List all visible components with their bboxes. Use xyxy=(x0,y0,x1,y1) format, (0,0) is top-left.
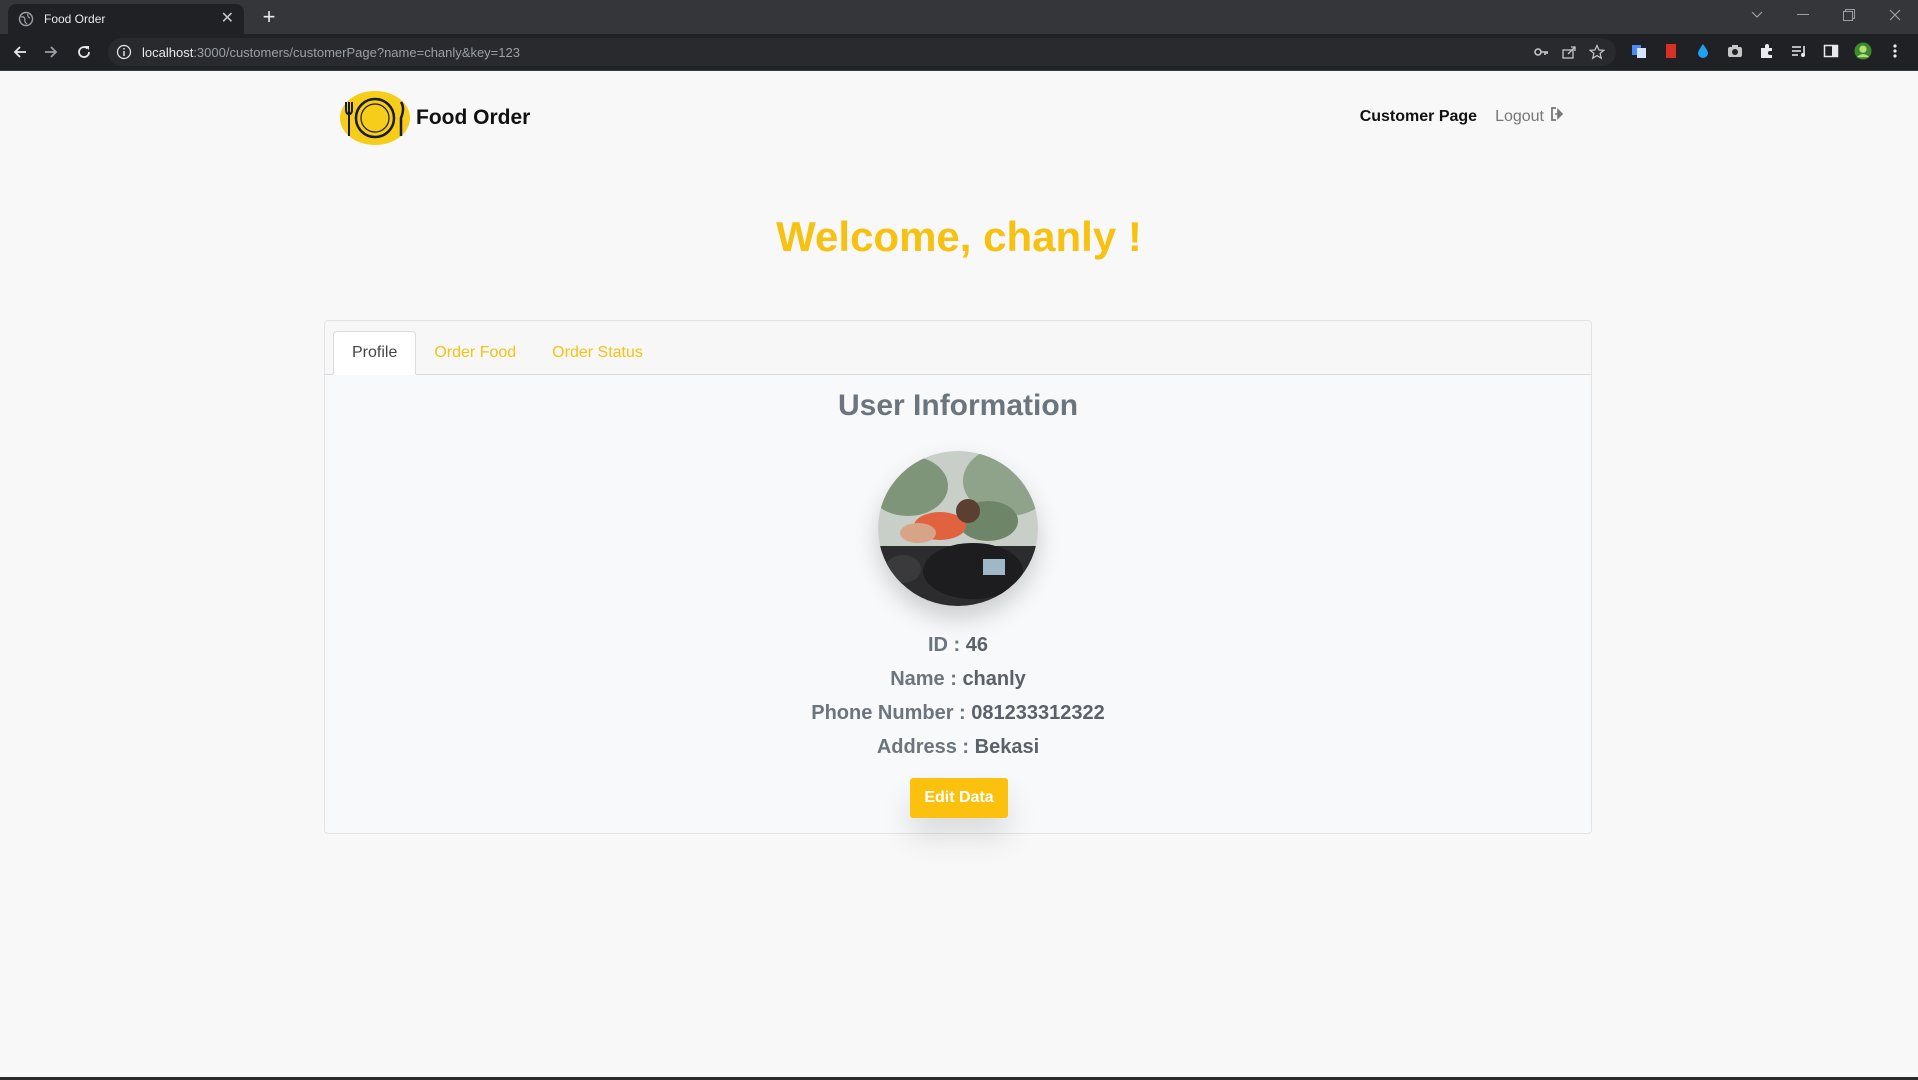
tab-profile[interactable]: Profile xyxy=(333,331,417,375)
web-page: Food Order Customer Page Logout Welcome,… xyxy=(0,71,1918,1077)
browser-menu-icon[interactable] xyxy=(1886,42,1904,60)
back-arrow-icon[interactable] xyxy=(9,41,31,63)
close-tab-icon[interactable]: ✕ xyxy=(221,11,234,27)
tab-search-icon[interactable] xyxy=(1734,0,1780,30)
tab-order-status[interactable]: Order Status xyxy=(534,331,661,375)
key-icon[interactable] xyxy=(1532,43,1550,61)
name-label: Name : xyxy=(890,668,963,690)
site-info-icon[interactable] xyxy=(116,44,132,60)
brand[interactable]: Food Order xyxy=(340,91,530,145)
id-label: ID : xyxy=(927,634,966,656)
browser-titlebar: Food Order ✕ + xyxy=(0,0,1918,34)
id-value: 46 xyxy=(965,634,989,656)
side-panel-icon[interactable] xyxy=(1822,42,1840,60)
share-icon[interactable] xyxy=(1560,43,1578,61)
bookmark-star-icon[interactable] xyxy=(1588,43,1606,61)
address-label: Address : xyxy=(876,736,975,758)
close-window-icon[interactable] xyxy=(1872,0,1918,30)
drop-extension-icon[interactable] xyxy=(1694,42,1712,60)
profile-avatar-icon[interactable] xyxy=(1854,42,1872,60)
user-name: Name : chanly xyxy=(325,668,1591,691)
puzzle-extensions-icon[interactable] xyxy=(1758,42,1776,60)
profile-card: Profile Order Food Order Status User Inf… xyxy=(324,320,1592,834)
nav-customer-page[interactable]: Customer Page xyxy=(1360,108,1477,126)
user-phone: Phone Number : 081233312322 xyxy=(325,702,1591,725)
user-avatar xyxy=(878,451,1038,606)
phone-value: 081233312322 xyxy=(971,702,1105,724)
phone-label: Phone Number : xyxy=(811,702,972,724)
new-tab-button[interactable]: + xyxy=(258,6,280,28)
tab-title: Food Order xyxy=(44,12,106,26)
name-value: chanly xyxy=(962,668,1026,690)
address-value: Bekasi xyxy=(974,736,1040,758)
plate-logo-icon xyxy=(340,91,410,145)
reload-icon[interactable] xyxy=(73,41,95,63)
translate-extension-icon[interactable] xyxy=(1630,42,1648,60)
media-queue-icon[interactable] xyxy=(1790,42,1808,60)
tab-order-food[interactable]: Order Food xyxy=(416,331,534,375)
card-header: Profile Order Food Order Status xyxy=(325,321,1591,375)
user-address: Address : Bekasi xyxy=(325,736,1591,759)
sign-out-icon xyxy=(1550,107,1566,126)
address-bar[interactable]: localhost:3000/customers/customerPage?na… xyxy=(108,38,1616,66)
forward-arrow-icon[interactable] xyxy=(40,41,62,63)
edit-data-button[interactable]: Edit Data xyxy=(910,778,1008,818)
browser-tab[interactable]: Food Order ✕ xyxy=(8,4,244,34)
red-extension-icon[interactable] xyxy=(1662,42,1680,60)
window-controls xyxy=(1734,0,1918,34)
top-nav: Customer Page Logout xyxy=(1360,107,1566,126)
browser-toolbar: localhost:3000/customers/customerPage?na… xyxy=(0,34,1918,71)
globe-icon xyxy=(18,11,34,27)
user-id: ID : 46 xyxy=(325,634,1591,657)
brand-name: Food Order xyxy=(416,106,531,129)
restore-icon[interactable] xyxy=(1826,0,1872,30)
tab-list: Profile Order Food Order Status xyxy=(333,331,661,375)
welcome-heading: Welcome, chanly ! xyxy=(776,213,1142,260)
section-title: User Information xyxy=(837,389,1079,422)
url-path: :3000/customers/customerPage?name=chanly… xyxy=(193,44,520,60)
logout-link[interactable]: Logout xyxy=(1495,107,1566,126)
camera-extension-icon[interactable] xyxy=(1726,42,1744,60)
logout-label: Logout xyxy=(1495,107,1544,125)
minimize-icon[interactable] xyxy=(1780,0,1826,30)
url-host: localhost xyxy=(142,44,194,60)
